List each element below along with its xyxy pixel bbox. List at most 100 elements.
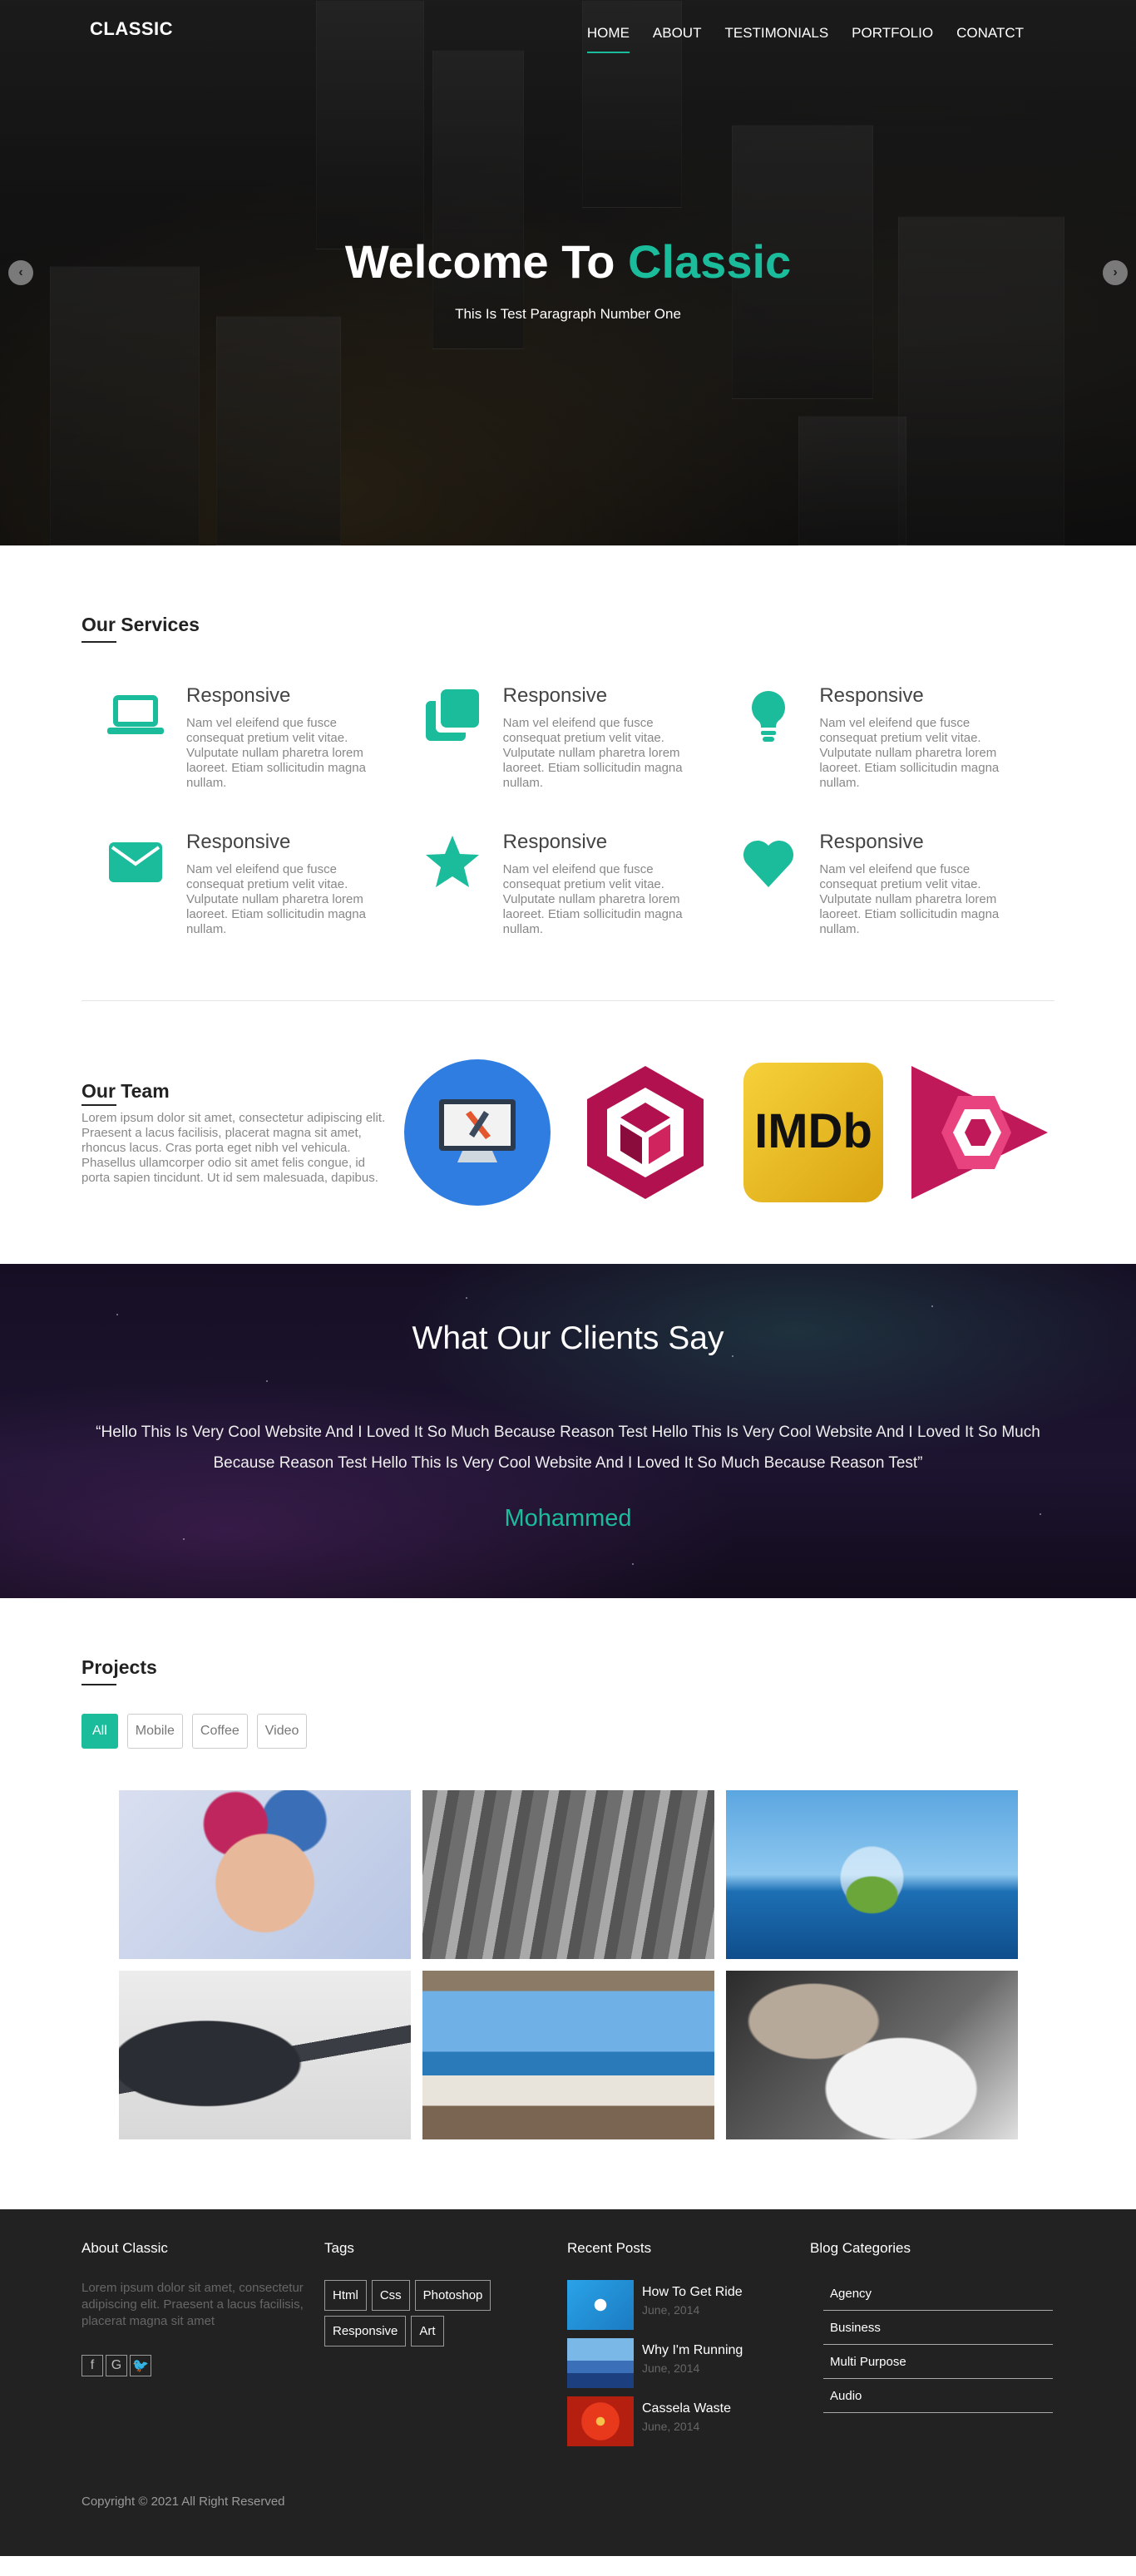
fabric-spools-image[interactable] [422,1790,714,1959]
hero-slider: CLASSIC HOME ABOUT TESTIMONIALS PORTFOLI… [0,0,1136,545]
star-icon [422,831,483,937]
footer-tags-title: Tags [324,2240,354,2256]
nav-contact[interactable]: CONATCT [956,25,1024,53]
tag-art[interactable]: Art [411,2316,444,2347]
nav-home[interactable]: HOME [586,25,630,53]
testimonial-quote: “Hello This Is Very Cool Website And I L… [96,1424,1040,1472]
imdb-logo-text: IMDb [754,1104,872,1158]
recent-post[interactable]: How To Get Ride June, 2014 [567,2280,810,2330]
projects-heading: Projects [81,1656,157,1685]
heart-icon [738,831,799,937]
nav-about[interactable]: ABOUT [653,25,702,53]
post-date: June, 2014 [642,2303,700,2317]
footer-categories-title: Blog Categories [810,2240,911,2256]
service-text: Nam vel eleifend que fusce consequat pre… [186,862,366,936]
category-multi-purpose[interactable]: Multi Purpose [823,2348,1053,2379]
hexagon-cube-logo[interactable] [572,1059,719,1206]
star-dot [632,1563,634,1565]
team-text-block: Our Team Lorem ipsum dolor sit amet, con… [81,1080,396,1186]
category-business[interactable]: Business [823,2314,1053,2345]
main-nav: HOME ABOUT TESTIMONIALS PORTFOLIO CONATC… [586,25,1024,53]
play-gem-logo[interactable] [908,1059,1055,1206]
post-date: June, 2014 [642,2420,700,2433]
recent-post[interactable]: Cassela Waste June, 2014 [567,2396,810,2446]
star-dot [466,1297,467,1299]
star-dot [116,1314,118,1315]
footer-categories: Blog Categories Agency Business Multi Pu… [810,2240,1053,2455]
service-title: Responsive [819,684,924,707]
google-plus-icon[interactable]: G [106,2355,127,2376]
site-logo[interactable]: CLASSIC [90,18,173,40]
filter-coffee-button[interactable]: Coffee [191,1714,248,1749]
post-title: How To Get Ride [642,2285,743,2299]
service-title: Responsive [502,831,608,853]
footer-about: About Classic Lorem ipsum dolor sit amet… [81,2240,324,2455]
footer-recent-posts: Recent Posts How To Get Ride June, 2014 W… [567,2240,810,2455]
tag-photoshop[interactable]: Photoshop [414,2280,491,2311]
testimonial-section: What Our Clients Say “Hello This Is Very… [0,1264,1136,1598]
twitter-icon[interactable]: 🐦 [130,2355,151,2376]
filter-video-button[interactable]: Video [256,1714,308,1749]
tag-css[interactable]: Css [371,2280,410,2311]
hands-tool-image[interactable] [725,1971,1018,2139]
footer-posts-title: Recent Posts [567,2240,652,2256]
category-agency[interactable]: Agency [823,2280,1053,2311]
team-logos: IMDb [404,1059,1055,1206]
filter-mobile-button[interactable]: Mobile [126,1714,183,1749]
nav-portfolio[interactable]: PORTFOLIO [852,25,933,53]
post-date: June, 2014 [642,2361,700,2375]
category-audio[interactable]: Audio [823,2382,1053,2413]
tag-html[interactable]: Html [324,2280,367,2311]
social-links: f G 🐦 [81,2355,324,2376]
lightbulb-icon [738,684,799,791]
island-dome-image[interactable] [725,1790,1018,1959]
services-grid: Responsive Nam vel eleifend que fusce con… [81,684,1055,937]
hero-title-accent: Classic [628,235,792,288]
flower-thumbnail [567,2396,634,2446]
tag-responsive[interactable]: Responsive [324,2316,407,2347]
monitor-logo[interactable] [404,1059,551,1206]
clone-icon [422,684,483,791]
testimonial-author: Mohammed [504,1505,632,1532]
twitter-thumbnail [567,2280,634,2330]
service-title: Responsive [502,684,608,707]
bass-guitar-image[interactable] [118,1971,411,2139]
service-title: Responsive [186,831,291,853]
star-dot [266,1380,268,1382]
service-text: Nam vel eleifend que fusce consequat pre… [186,716,366,790]
post-title: Why I'm Running [642,2343,743,2357]
footer-about-text: Lorem ipsum dolor sit amet, consectetur … [81,2281,304,2328]
project-gallery [81,1790,1055,2139]
service-text: Nam vel eleifend que fusce consequat pre… [502,862,683,936]
mountain-thumbnail [567,2338,634,2388]
service-title: Responsive [186,684,291,707]
service-text: Nam vel eleifend que fusce consequat pre… [502,716,683,790]
tag-list: Html Css Photoshop Responsive Art [324,2280,524,2347]
nav-testimonials[interactable]: TESTIMONIALS [724,25,828,53]
hero-title: Welcome To Classic [0,234,1136,289]
service-text: Nam vel eleifend que fusce consequat pre… [819,862,1000,936]
footer-columns: About Classic Lorem ipsum dolor sit amet… [81,2240,1055,2455]
imdb-logo[interactable]: IMDb [740,1059,887,1206]
service-item: Responsive Nam vel eleifend que fusce con… [105,831,422,937]
service-title: Responsive [819,831,924,853]
team-description: Lorem ipsum dolor sit amet, consectetur … [81,1110,386,1185]
recent-post[interactable]: Why I'm Running June, 2014 [567,2338,810,2388]
painted-face-image[interactable] [118,1790,411,1959]
team-section: Our Team Lorem ipsum dolor sit amet, con… [81,1001,1055,1264]
post-title: Cassela Waste [642,2401,731,2416]
ocean-bedroom-image[interactable] [422,1971,714,2139]
facebook-icon[interactable]: f [81,2355,103,2376]
hero-subtitle: This Is Test Paragraph Number One [455,306,681,322]
filter-all-button[interactable]: All [81,1714,118,1749]
service-item: Responsive Nam vel eleifend que fusce con… [105,684,422,791]
site-footer: About Classic Lorem ipsum dolor sit amet… [0,2209,1136,2556]
service-text: Nam vel eleifend que fusce consequat pre… [819,716,1000,790]
testimonial-heading: What Our Clients Say [412,1320,724,1356]
hero-title-prefix: Welcome To [344,235,615,288]
copyright-text: Copyright © 2021 All Right Reserved [81,2495,285,2509]
team-heading: Our Team [81,1080,170,1106]
service-item: Responsive Nam vel eleifend que fusce con… [422,684,738,791]
star-dot [931,1305,933,1307]
footer-tags: Tags Html Css Photoshop Responsive Art [324,2240,567,2455]
